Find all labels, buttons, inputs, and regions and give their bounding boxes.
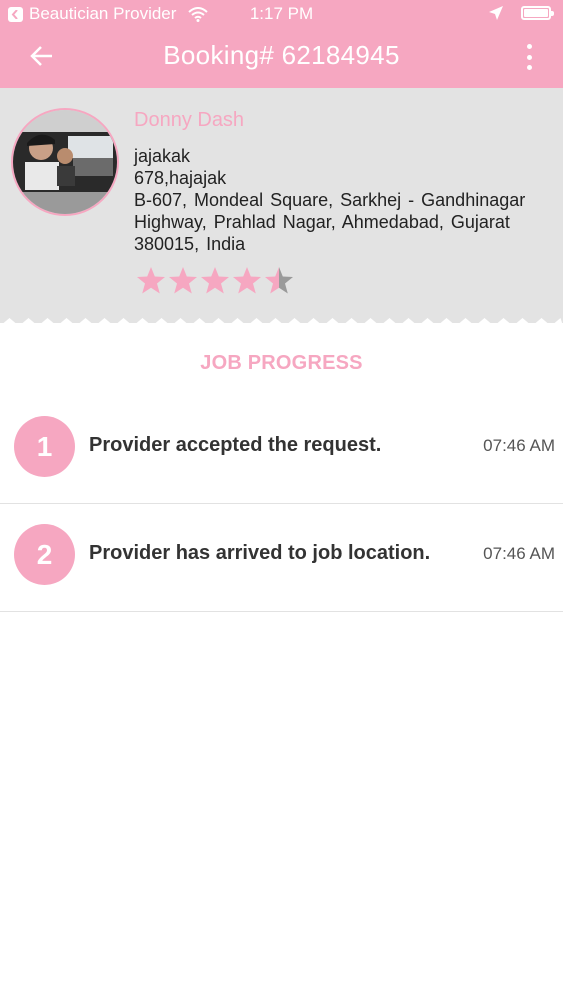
progress-step: 2 Provider has arrived to job location. … [0, 504, 563, 612]
avatar [11, 108, 119, 216]
provider-address: B-607, Mondeal Square, Sarkhej - Gandhin… [134, 190, 526, 254]
star-icon [233, 267, 261, 294]
step-time: 07:46 AM [483, 436, 555, 455]
step-number-badge: 2 [14, 524, 75, 585]
section-title: JOB PROGRESS [200, 352, 363, 374]
rating-stars [136, 266, 294, 296]
status-right [489, 6, 554, 20]
provider-line-2: 678,hajajak [134, 168, 227, 188]
provider-name: Donny Dash [134, 109, 245, 131]
star-icon [169, 267, 197, 294]
more-vertical-icon[interactable] [527, 44, 533, 70]
star-icon [201, 267, 229, 294]
step-time: 07:46 AM [483, 544, 555, 563]
provider-line-1: jajakak [134, 146, 191, 166]
status-bar: Beautician Provider 1:17 PM [0, 0, 563, 30]
app-header: Beautician Provider 1:17 PM Booking# 621… [0, 0, 563, 88]
nav-bar: Booking# 62184945 [0, 30, 563, 88]
provider-info: Donny Dash jajakak 678,hajajak B-607, Mo… [134, 109, 554, 255]
progress-step: 1 Provider accepted the request. 07:46 A… [0, 396, 563, 504]
step-number-badge: 1 [14, 416, 75, 477]
battery-icon [521, 6, 554, 20]
status-time: 1:17 PM [249, 4, 314, 23]
step-text: Provider has arrived to job location. [89, 542, 431, 564]
star-icon [137, 267, 165, 294]
page-title: Booking# 62184945 [163, 40, 400, 70]
step-text: Provider accepted the request. [89, 434, 382, 456]
star-icon [265, 267, 293, 294]
location-arrow-icon [489, 6, 503, 20]
provider-profile-card: Donny Dash jajakak 678,hajajak B-607, Mo… [0, 88, 563, 323]
zigzag-divider [0, 318, 563, 338]
